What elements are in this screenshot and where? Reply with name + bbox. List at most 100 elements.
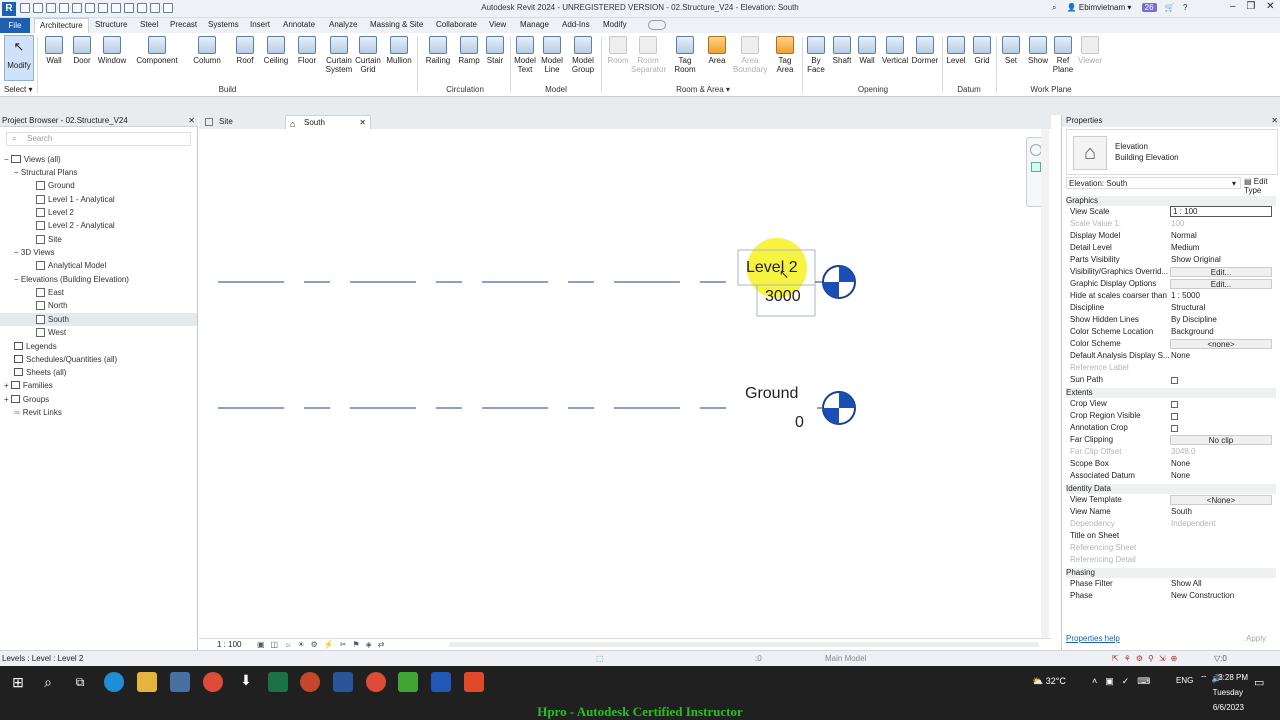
apply-button[interactable]: Apply bbox=[1246, 634, 1266, 643]
camtasia-icon[interactable] bbox=[398, 672, 418, 692]
prop-value[interactable]: None bbox=[1171, 458, 1190, 470]
model-selector[interactable]: Main Model bbox=[825, 651, 866, 666]
level-name[interactable]: Ground bbox=[745, 385, 798, 403]
model-text-button[interactable]: Model Text bbox=[513, 36, 537, 74]
curtain-grid-button[interactable]: Curtain Grid bbox=[353, 36, 383, 74]
prop-value[interactable]: By Discipline bbox=[1171, 314, 1217, 326]
stair-button[interactable]: Stair bbox=[484, 36, 506, 65]
opening-wall-button[interactable]: Wall bbox=[856, 36, 878, 65]
tab-analyze[interactable]: Analyze bbox=[329, 20, 357, 29]
prop-scope-box[interactable]: Scope Box None bbox=[1066, 458, 1276, 470]
clock[interactable]: 3:28 PM bbox=[1200, 673, 1248, 682]
close-icon[interactable]: ✕ bbox=[1271, 115, 1278, 127]
recorder-icon[interactable] bbox=[464, 672, 484, 692]
tree-analytical-model[interactable]: Analytical Model bbox=[36, 261, 106, 270]
zoom-icon[interactable] bbox=[1031, 162, 1041, 172]
prop-detail-level[interactable]: Detail Level Medium bbox=[1066, 242, 1276, 254]
curtain-system-button[interactable]: Curtain System bbox=[322, 36, 356, 74]
tree-families[interactable]: + Families bbox=[4, 381, 53, 390]
vg-edit-button[interactable]: Edit... bbox=[1170, 267, 1272, 277]
tag-area-button[interactable]: Tag Area bbox=[772, 36, 798, 74]
weather-widget[interactable]: ⛅ 32°C bbox=[1032, 676, 1066, 687]
door-button[interactable]: Door bbox=[71, 36, 93, 65]
tree-site[interactable]: Site bbox=[36, 235, 62, 244]
prop-discipline[interactable]: Discipline Structural bbox=[1066, 302, 1276, 314]
edit-type-button[interactable]: ▤ Edit Type bbox=[1244, 177, 1280, 195]
ref-plane-button[interactable]: Ref Plane bbox=[1052, 36, 1074, 74]
word-icon[interactable] bbox=[333, 672, 353, 692]
prop-value[interactable]: None bbox=[1171, 350, 1190, 362]
powerpoint-icon[interactable] bbox=[300, 672, 320, 692]
group-room-area[interactable]: Room & Area ▾ bbox=[603, 85, 803, 94]
ramp-button[interactable]: Ramp bbox=[457, 36, 481, 65]
maximize-icon[interactable]: ❐ bbox=[1246, 1, 1255, 12]
binoculars-icon[interactable]: ⌕ bbox=[1052, 3, 1056, 12]
task-view-icon[interactable]: ⧉ bbox=[70, 672, 90, 692]
modify-button[interactable]: ↖ Modify bbox=[4, 35, 34, 81]
selection-filter-icons[interactable]: ⇱⚘⚙⚲⇲⊕ bbox=[1112, 651, 1182, 666]
tree-structural-plans[interactable]: − Structural Plans bbox=[14, 168, 77, 177]
prop-value[interactable]: Show All bbox=[1171, 578, 1202, 590]
prop-hidden-lines[interactable]: Show Hidden Lines By Discipline bbox=[1066, 314, 1276, 326]
edge-icon[interactable] bbox=[104, 672, 124, 692]
section-identity-data[interactable]: Identity Data bbox=[1066, 484, 1276, 494]
worksets-icon[interactable]: ⬚ bbox=[596, 651, 604, 666]
tree-revit-links[interactable]: ∞ Revit Links bbox=[14, 408, 62, 417]
prop-value[interactable]: Background bbox=[1171, 326, 1214, 338]
vertical-button[interactable]: Vertical bbox=[880, 36, 910, 65]
tab-view[interactable]: View bbox=[489, 20, 506, 29]
tree-level1-analytical[interactable]: Level 1 - Analytical bbox=[36, 195, 115, 204]
annotation-crop-checkbox[interactable] bbox=[1171, 425, 1178, 432]
show-button[interactable]: Show bbox=[1026, 36, 1050, 65]
prop-parts-visibility[interactable]: Parts Visibility Show Original bbox=[1066, 254, 1276, 266]
windows-start-icon[interactable]: ⊞ bbox=[8, 672, 28, 692]
tree-ground[interactable]: Ground bbox=[36, 181, 75, 190]
tab-annotate[interactable]: Annotate bbox=[283, 20, 315, 29]
tab-massing-site[interactable]: Massing & Site bbox=[370, 20, 423, 29]
column-button[interactable]: Column bbox=[190, 36, 224, 65]
notification-center-icon[interactable]: ▭ bbox=[1254, 676, 1264, 689]
component-button[interactable]: Component bbox=[134, 36, 180, 65]
crop-view-checkbox[interactable] bbox=[1171, 401, 1178, 408]
level-head-level2[interactable] bbox=[822, 265, 856, 299]
prop-phase-filter[interactable]: Phase Filter Show All bbox=[1066, 578, 1276, 590]
prop-display-model[interactable]: Display Model Normal bbox=[1066, 230, 1276, 242]
tab-steel[interactable]: Steel bbox=[140, 20, 158, 29]
model-line-button[interactable]: Model Line bbox=[540, 36, 564, 74]
close-icon[interactable]: ✕ bbox=[359, 116, 366, 130]
prop-value[interactable]: 1 : 5000 bbox=[1171, 290, 1200, 302]
view-tab-south[interactable]: ⌂ South ✕ bbox=[285, 115, 371, 129]
area-boundary-button[interactable]: Area Boundary bbox=[733, 36, 767, 74]
tree-level2-analytical[interactable]: Level 2 - Analytical bbox=[36, 221, 115, 230]
color-scheme-button[interactable]: <none> bbox=[1170, 339, 1272, 349]
prop-value[interactable]: Medium bbox=[1171, 242, 1199, 254]
tab-insert[interactable]: Insert bbox=[250, 20, 270, 29]
close-icon[interactable]: ✕ bbox=[1266, 1, 1274, 12]
level-head-ground[interactable] bbox=[822, 391, 856, 425]
prop-value[interactable]: New Construction bbox=[1171, 590, 1234, 602]
language-indicator[interactable]: ENG bbox=[1176, 676, 1193, 685]
drawing-canvas[interactable]: Level 2 3000 Ground 0 ↖ bbox=[199, 129, 1051, 638]
dormer-button[interactable]: Dormer bbox=[909, 36, 941, 65]
tree-north[interactable]: North bbox=[36, 301, 68, 310]
tree-3d-views[interactable]: − 3D Views bbox=[14, 248, 55, 257]
room-button[interactable]: Room bbox=[604, 36, 632, 65]
tree-elevations[interactable]: − Elevations (Building Elevation) bbox=[14, 275, 129, 284]
close-icon[interactable]: ✕ bbox=[188, 115, 195, 127]
prop-hide-scales[interactable]: Hide at scales coarser than 1 : 5000 bbox=[1066, 290, 1276, 302]
level-button[interactable]: Level bbox=[945, 36, 967, 65]
prop-value[interactable]: Normal bbox=[1171, 230, 1197, 242]
level-elevation[interactable]: 3000 bbox=[765, 288, 801, 306]
tab-precast[interactable]: Precast bbox=[170, 20, 197, 29]
graphic-display-edit-button[interactable]: Edit... bbox=[1170, 279, 1272, 289]
sun-path-checkbox[interactable] bbox=[1171, 377, 1178, 384]
tree-legends[interactable]: Legends bbox=[14, 342, 57, 351]
floor-button[interactable]: Floor bbox=[295, 36, 319, 65]
prop-value[interactable]: None bbox=[1171, 470, 1190, 482]
prop-default-analysis[interactable]: Default Analysis Display S... None bbox=[1066, 350, 1276, 362]
vertical-scrollbar[interactable] bbox=[1041, 129, 1049, 638]
railing-button[interactable]: Railing bbox=[424, 36, 452, 65]
tab-modify[interactable]: Modify bbox=[603, 20, 627, 29]
chrome-icon[interactable] bbox=[366, 672, 386, 692]
tab-architecture[interactable]: Architecture bbox=[34, 18, 89, 33]
